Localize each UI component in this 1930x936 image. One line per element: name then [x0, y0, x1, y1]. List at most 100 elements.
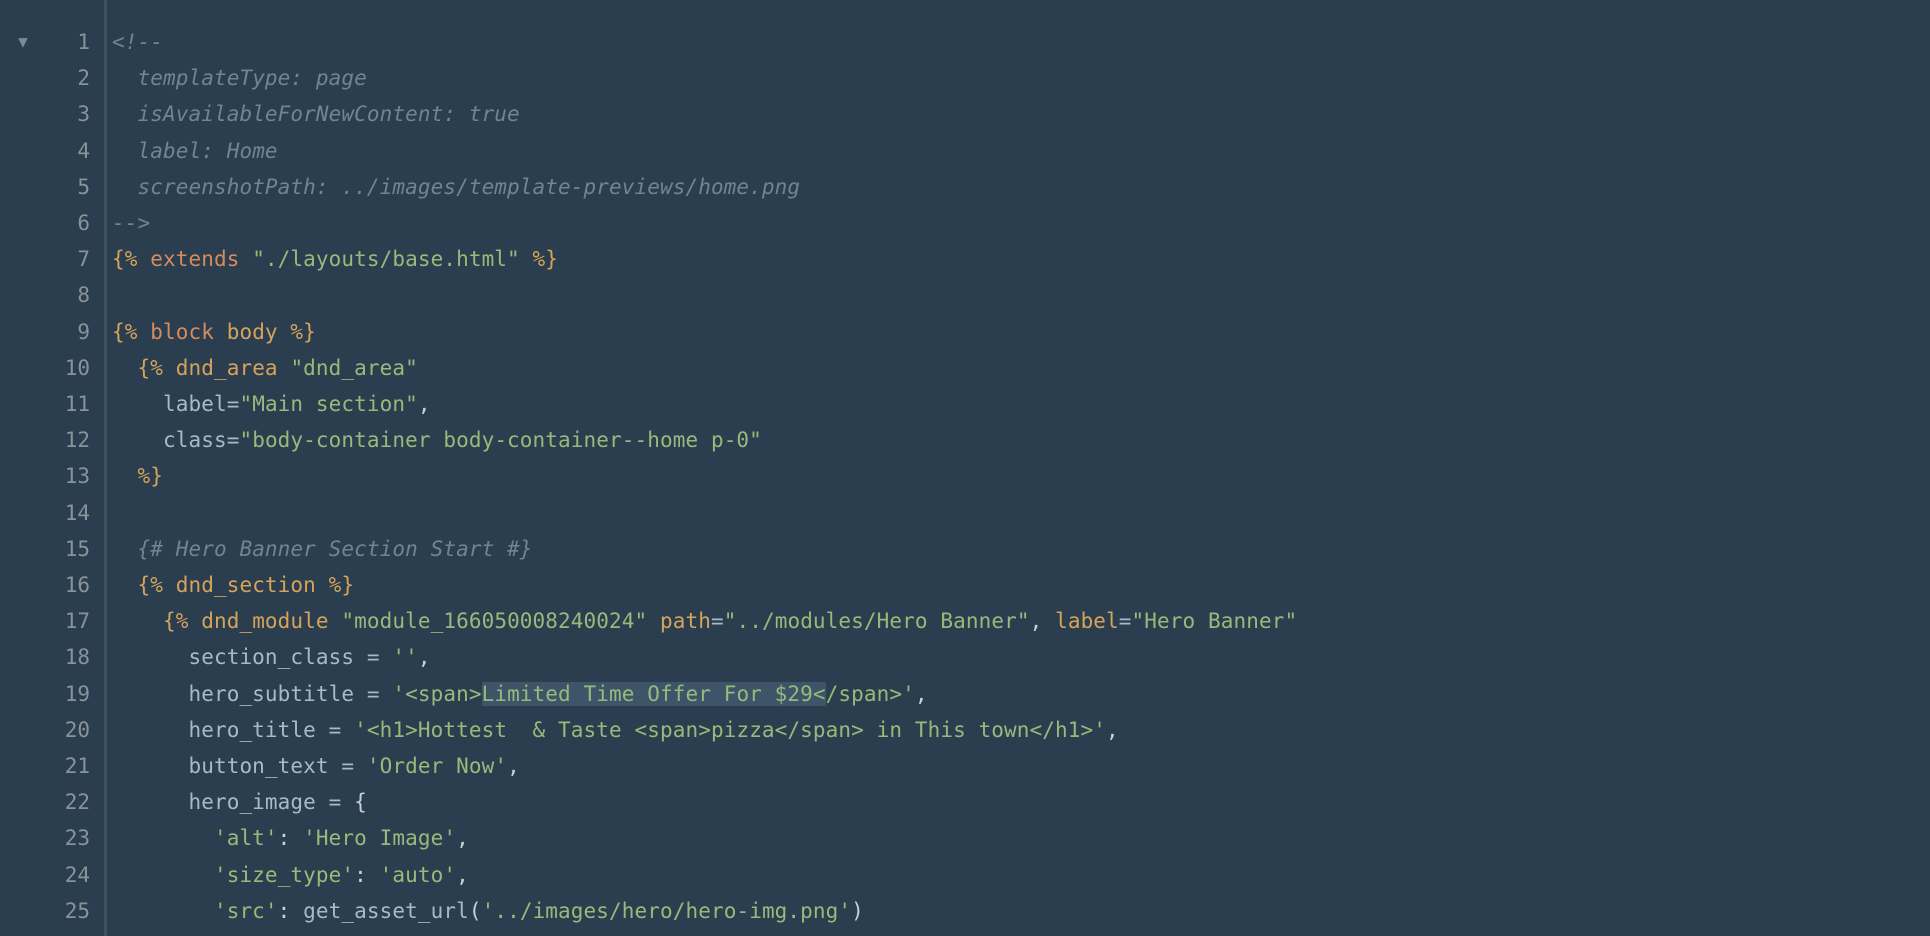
code-token: =	[227, 428, 240, 452]
code-token: 'Order Now'	[367, 754, 507, 778]
code-token: ,	[507, 754, 520, 778]
line-number: 11	[46, 386, 104, 422]
code-token: section_class	[188, 645, 366, 669]
code-token: "body-container body-container--home p-0…	[239, 428, 761, 452]
code-token: "../modules/Hero Banner"	[724, 609, 1030, 633]
code-token: hero_title	[188, 718, 328, 742]
line-number: 12	[46, 422, 104, 458]
code-token: =	[227, 392, 240, 416]
code-line[interactable]: label: Home	[104, 133, 1930, 169]
code-line[interactable]: 'src': get_asset_url('../images/hero/her…	[104, 893, 1930, 929]
code-token: hero_subtitle	[188, 682, 366, 706]
code-line[interactable]	[104, 277, 1930, 313]
code-token: <!--	[112, 30, 163, 54]
code-token: '../images/hero/hero-img.png'	[482, 899, 852, 923]
code-line[interactable]: hero_subtitle = '<span>Limited Time Offe…	[104, 676, 1930, 712]
code-line[interactable]: button_text = 'Order Now',	[104, 748, 1930, 784]
code-line[interactable]: {% dnd_section %}	[104, 567, 1930, 603]
code-token: label	[163, 392, 227, 416]
editor[interactable]: ▼ 12345678910111213141516171819202122232…	[0, 0, 1930, 936]
fold-marker[interactable]: ▼	[0, 24, 46, 60]
code-line[interactable]: 'size_type': 'auto',	[104, 857, 1930, 893]
code-token: "Hero Banner"	[1132, 609, 1298, 633]
code-line[interactable]: {% dnd_area "dnd_area"	[104, 350, 1930, 386]
code-token: screenshotPath: ../images/template-previ…	[138, 175, 801, 199]
code-token: :	[354, 863, 380, 887]
line-number: 9	[46, 314, 104, 350]
code-line[interactable]: %}	[104, 458, 1930, 494]
code-token: =	[329, 718, 355, 742]
code-line[interactable]: isAvailableForNewContent: true	[104, 96, 1930, 132]
code-line[interactable]: hero_image = {	[104, 784, 1930, 820]
code-line[interactable]: templateType: page	[104, 60, 1930, 96]
code-line[interactable]: 'alt': 'Hero Image',	[104, 820, 1930, 856]
code-token: ,	[1030, 609, 1056, 633]
line-number: 8	[46, 277, 104, 313]
code-token	[278, 356, 291, 380]
code-line[interactable]: -->	[104, 205, 1930, 241]
line-number: 18	[46, 639, 104, 675]
code-token: =	[711, 609, 724, 633]
code-token: '<span>	[392, 682, 481, 706]
line-number: 5	[46, 169, 104, 205]
code-token: {%	[112, 320, 150, 344]
code-line[interactable]: {# Hero Banner Section Start #}	[104, 531, 1930, 567]
line-number: 25	[46, 893, 104, 929]
code-token: =	[367, 682, 393, 706]
line-number: 16	[46, 567, 104, 603]
code-token: button_text	[188, 754, 341, 778]
code-line[interactable]	[104, 495, 1930, 531]
code-token: %}	[138, 464, 164, 488]
code-token: :	[278, 826, 304, 850]
code-token: Limited Time Offer For $29<	[482, 682, 826, 706]
code-token: path	[660, 609, 711, 633]
code-token: templateType: page	[138, 66, 367, 90]
code-token: {# Hero Banner Section Start #}	[138, 537, 533, 561]
code-token: label	[1055, 609, 1119, 633]
indent-ruler	[104, 0, 107, 936]
code-token: =	[1119, 609, 1132, 633]
code-token: ,	[418, 645, 431, 669]
code-token: block	[150, 320, 214, 344]
line-number: 7	[46, 241, 104, 277]
line-number: 1	[46, 24, 104, 60]
vertical-scrollbar[interactable]	[1910, 0, 1930, 936]
line-number: 20	[46, 712, 104, 748]
code-token: 'size_type'	[214, 863, 354, 887]
line-number: 21	[46, 748, 104, 784]
code-token: hero_image	[188, 790, 328, 814]
code-area[interactable]: <!-- templateType: page isAvailableForNe…	[104, 0, 1930, 936]
code-line[interactable]: <!--	[104, 24, 1930, 60]
code-token: dnd_area	[176, 356, 278, 380]
code-token: :	[278, 899, 304, 923]
code-line[interactable]: {% dnd_module "module_166050008240024" p…	[104, 603, 1930, 639]
code-token: {	[354, 790, 367, 814]
code-line[interactable]: label="Main section",	[104, 386, 1930, 422]
code-token: '<h1>Hottest & Taste <span>pizza</span> …	[354, 718, 1106, 742]
code-token: 'src'	[214, 899, 278, 923]
code-token: "Main section"	[239, 392, 417, 416]
line-number: 6	[46, 205, 104, 241]
code-token: ,	[456, 863, 469, 887]
code-line[interactable]: hero_title = '<h1>Hottest & Taste <span>…	[104, 712, 1930, 748]
line-number: 24	[46, 857, 104, 893]
code-line[interactable]: screenshotPath: ../images/template-previ…	[104, 169, 1930, 205]
code-line[interactable]: section_class = '',	[104, 639, 1930, 675]
line-number: 4	[46, 133, 104, 169]
line-number: 19	[46, 676, 104, 712]
code-line[interactable]: {% block body %}	[104, 314, 1930, 350]
line-number: 3	[46, 96, 104, 132]
code-token	[214, 320, 227, 344]
code-token: "./layouts/base.html"	[252, 247, 520, 271]
code-line[interactable]: class="body-container body-container--ho…	[104, 422, 1930, 458]
line-number: 23	[46, 820, 104, 856]
line-number: 13	[46, 458, 104, 494]
code-token: 'Hero Image'	[303, 826, 456, 850]
code-token	[239, 247, 252, 271]
code-token: =	[367, 645, 393, 669]
code-token: dnd_section	[176, 573, 316, 597]
line-number: 17	[46, 603, 104, 639]
code-token: dnd_module	[201, 609, 328, 633]
code-token: {%	[138, 573, 176, 597]
code-line[interactable]: {% extends "./layouts/base.html" %}	[104, 241, 1930, 277]
